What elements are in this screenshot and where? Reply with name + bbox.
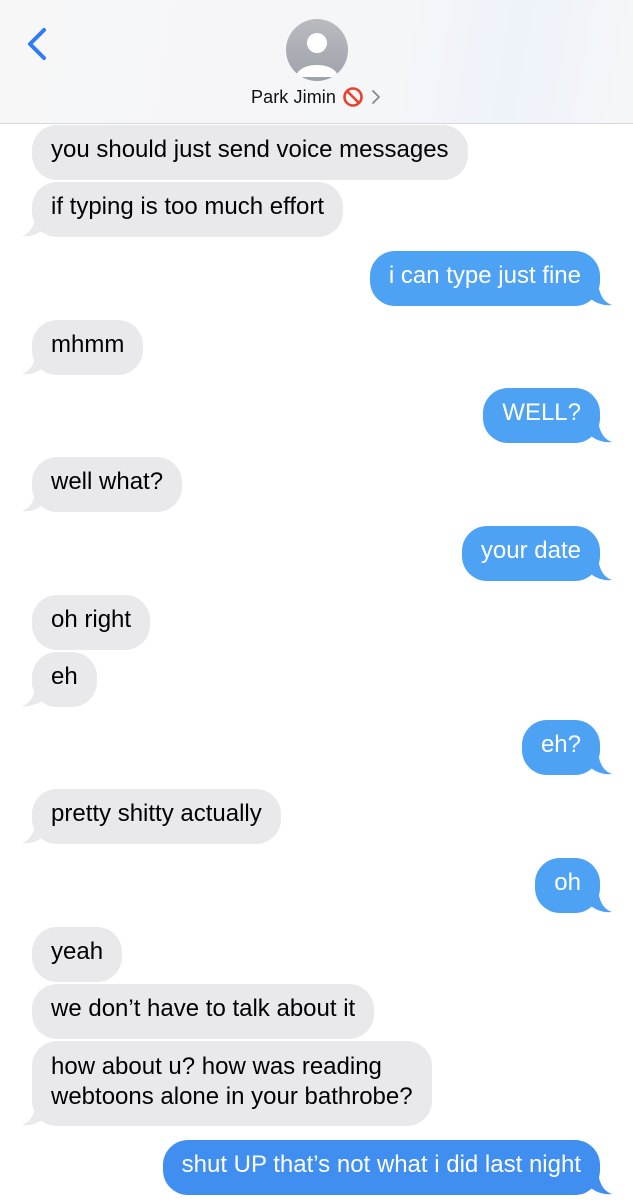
bubble-tail bbox=[590, 891, 612, 913]
person-silhouette-icon bbox=[296, 33, 338, 77]
bubble-tail bbox=[590, 753, 612, 775]
bubble-tail bbox=[22, 822, 44, 844]
received-message[interactable]: oh right bbox=[32, 595, 151, 650]
bubble-tail bbox=[22, 353, 44, 375]
chevron-right-icon bbox=[372, 90, 380, 104]
contact-name: Park Jimin bbox=[250, 86, 336, 107]
bubble-tail bbox=[590, 1173, 612, 1195]
bubble-tail bbox=[22, 685, 44, 707]
sent-message[interactable]: shut UP that’s not what i did last night bbox=[162, 1140, 600, 1195]
received-message[interactable]: pretty shitty actually bbox=[32, 789, 281, 844]
sent-message[interactable]: i can type just fine bbox=[369, 251, 600, 306]
conversation-screen: Park Jimin you should just send voice me… bbox=[0, 0, 633, 1200]
bubble-tail bbox=[22, 215, 44, 237]
bubble-tail bbox=[22, 1104, 44, 1126]
avatar[interactable] bbox=[286, 19, 348, 81]
sent-message[interactable]: eh? bbox=[521, 720, 600, 775]
bubble-tail bbox=[22, 490, 44, 512]
sent-message[interactable]: your date bbox=[461, 526, 600, 581]
bubble-tail bbox=[590, 284, 612, 306]
sent-message[interactable]: WELL? bbox=[483, 388, 600, 443]
received-message[interactable]: well what? bbox=[32, 457, 183, 512]
blocked-icon bbox=[343, 87, 363, 107]
back-button[interactable] bbox=[18, 24, 58, 68]
received-message[interactable]: if typing is too much effort bbox=[32, 182, 344, 237]
received-message[interactable]: we don’t have to talk about it bbox=[32, 984, 375, 1039]
bubble-tail bbox=[590, 421, 612, 443]
received-message[interactable]: yeah bbox=[32, 927, 123, 982]
bubble-tail bbox=[590, 559, 612, 581]
conversation-header: Park Jimin bbox=[0, 0, 633, 124]
chevron-left-icon bbox=[28, 28, 46, 60]
received-message[interactable]: you should just send voice messages bbox=[32, 125, 468, 180]
received-message[interactable]: how about u? how was reading webtoons al… bbox=[32, 1041, 432, 1126]
contact-name-button[interactable]: Park Jimin bbox=[0, 86, 633, 108]
received-message[interactable]: mhmm bbox=[32, 320, 144, 375]
